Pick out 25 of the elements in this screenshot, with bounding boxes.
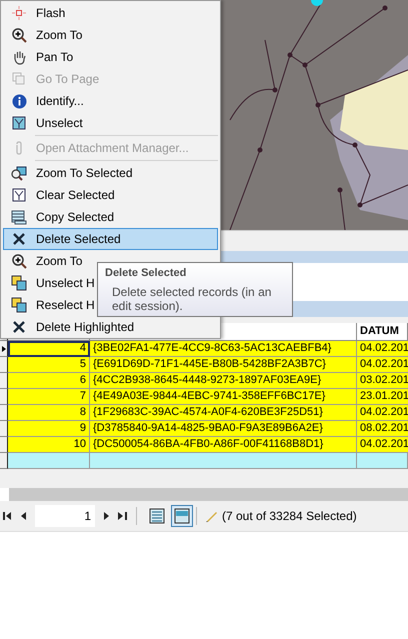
table-cell: {4CC2B938-8645-4448-9273-1897AF03EA9E} (90, 373, 357, 389)
table-cell: {4E49A03E-9844-4EBC-9741-358EFF6BC17E} (90, 389, 357, 405)
table-cell: 04.02.201 (357, 357, 408, 373)
table-cell: 4 (8, 341, 90, 357)
table-cell: 23.01.201 (357, 389, 408, 405)
table-cell: {3BE02FA1-477E-4CC9-8C63-5AC13CAEBFB4} (90, 341, 357, 357)
selection-count: (7 out of 33284 Selected) (222, 509, 357, 523)
table-cell: {E691D69D-71F1-445E-B80B-5428BF2A3B7C} (90, 357, 357, 373)
table-cell: {1F29683C-39AC-4574-A0F4-620BE3F25D51} (90, 405, 357, 421)
table-cell: {D3785840-9A14-4825-9BA0-F9A3E89B6A2E} (90, 421, 357, 437)
column-header: DATUM (357, 323, 408, 341)
table-cell: {DC500054-86BA-4FB0-A86F-00F41168B8D1} (90, 437, 357, 453)
tooltip-text: Delete selected records (in an edit session). (111, 285, 272, 313)
table-cell: 10 (8, 437, 90, 453)
table-cell: 04.02.201 (357, 405, 408, 421)
table-cell: 5 (8, 357, 90, 373)
table-cell: 6 (8, 373, 90, 389)
table-cell: 7 (8, 389, 90, 405)
table-cell: 08.02.201 (357, 421, 408, 437)
table-cell: 9 (8, 421, 90, 437)
table-cell: 04.02.201 (357, 341, 408, 357)
table-cell: 03.02.201 (357, 373, 408, 389)
tooltip-title: Delete Selected (105, 267, 188, 279)
table-cell: 04.02.201 (357, 437, 408, 453)
table-cell: 8 (8, 405, 90, 421)
